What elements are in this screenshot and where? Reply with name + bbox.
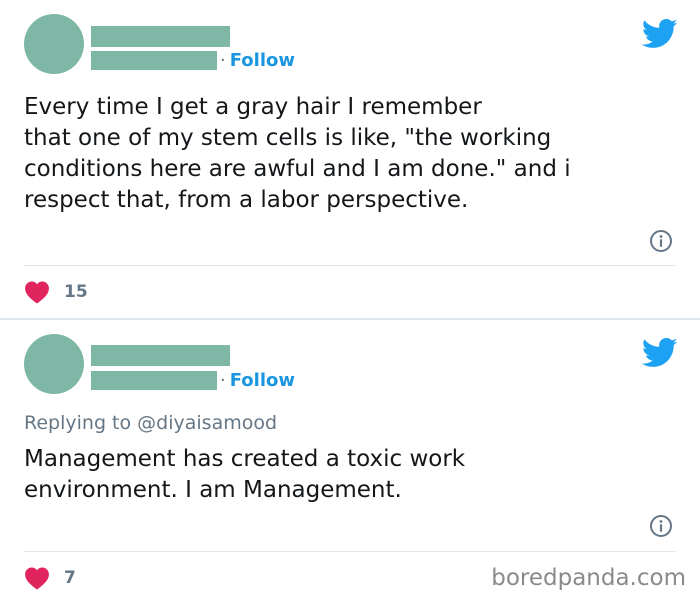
- like-button[interactable]: 15: [24, 280, 88, 304]
- tweet-card-1: · Follow Every time I get a gray hair I …: [0, 0, 700, 318]
- tweet-card-2: · Follow Replying to @diyaisamood Manage…: [0, 320, 700, 605]
- like-count: 15: [64, 282, 88, 302]
- divider: [24, 551, 676, 552]
- follow-button[interactable]: Follow: [230, 370, 295, 391]
- follow-group: · Follow: [220, 48, 295, 72]
- reply-handle-link[interactable]: @diyaisamood: [137, 412, 277, 434]
- heart-icon: [25, 567, 49, 590]
- follow-separator: ·: [220, 369, 226, 391]
- tweet-text: Management has created a toxic work envi…: [24, 446, 466, 503]
- follow-group: · Follow: [220, 368, 295, 392]
- display-name-redacted[interactable]: [91, 26, 230, 47]
- heart-icon: [25, 281, 49, 304]
- like-button[interactable]: 7: [24, 566, 76, 590]
- reply-context: Replying to @diyaisamood: [24, 412, 277, 434]
- display-name-redacted[interactable]: [91, 345, 230, 366]
- avatar[interactable]: [24, 334, 84, 394]
- boredpanda-watermark: boredpanda.com: [491, 565, 686, 591]
- divider: [24, 265, 676, 266]
- twitter-bird-icon[interactable]: [642, 19, 678, 49]
- follow-button[interactable]: Follow: [230, 50, 295, 71]
- username-redacted[interactable]: [91, 51, 217, 70]
- info-icon[interactable]: [649, 229, 673, 253]
- like-count: 7: [64, 568, 76, 588]
- username-redacted[interactable]: [91, 371, 217, 390]
- tweet-text: Every time I get a gray hair I remember …: [24, 94, 571, 213]
- info-icon[interactable]: [649, 514, 673, 538]
- avatar[interactable]: [24, 14, 84, 74]
- follow-separator: ·: [220, 49, 226, 71]
- twitter-bird-icon[interactable]: [642, 338, 678, 368]
- reply-prefix: Replying to: [24, 412, 132, 434]
